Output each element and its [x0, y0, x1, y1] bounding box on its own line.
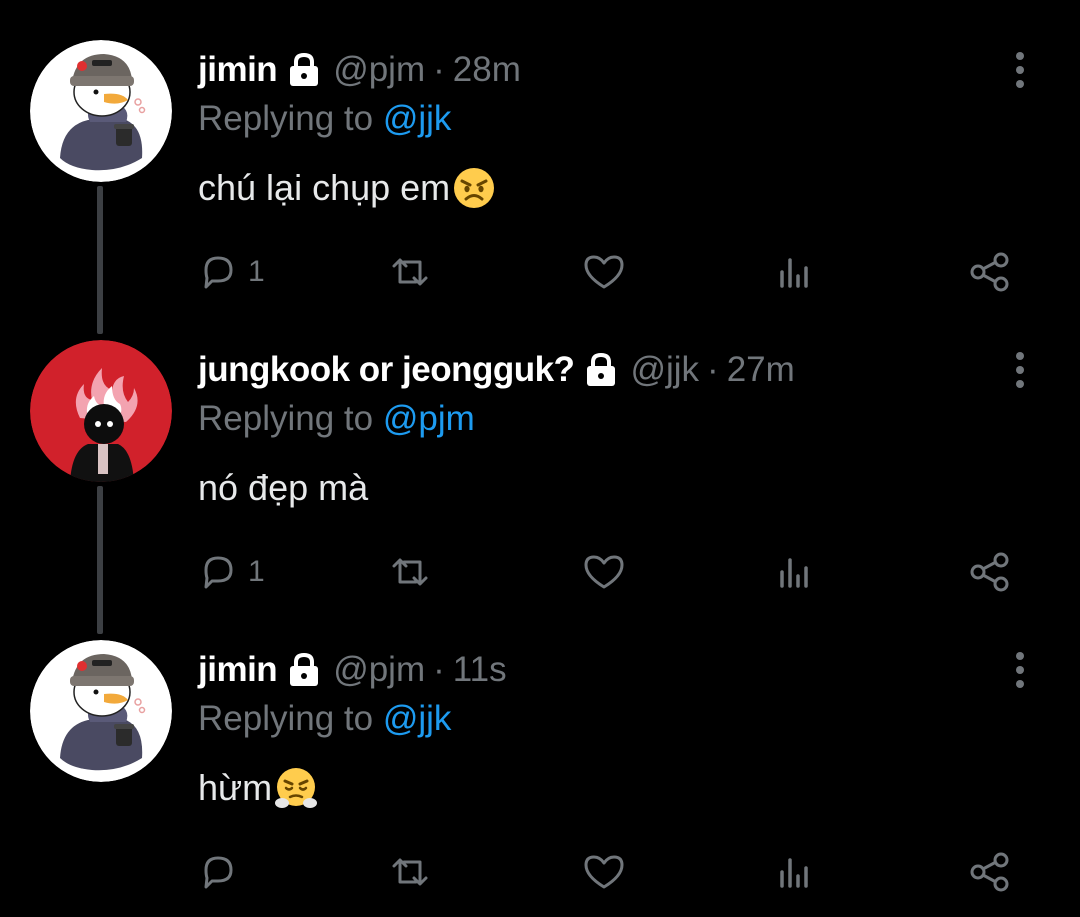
tweet-header: jimin @pjm · 28m: [198, 38, 1000, 102]
replying-to-mention[interactable]: @jjk: [383, 99, 452, 138]
tweet-actions: [198, 848, 1028, 896]
retweet-button[interactable]: [386, 248, 434, 296]
display-name[interactable]: jimin: [198, 50, 278, 90]
replying-to-mention[interactable]: @jjk: [383, 699, 452, 738]
duck-avatar-image: [30, 640, 172, 782]
more-options-icon[interactable]: [1010, 50, 1030, 90]
reply-count: 1: [248, 255, 265, 288]
tweet-text: nó đẹp mà: [198, 467, 369, 508]
display-name[interactable]: jungkook or jeongguk?: [198, 350, 575, 390]
separator-dot: ·: [707, 350, 719, 389]
views-chart-icon: [780, 558, 808, 588]
separator-dot: ·: [433, 650, 445, 689]
replying-to-mention[interactable]: @pjm: [383, 399, 475, 438]
share-icon: [970, 252, 1009, 292]
lock-icon: [287, 652, 321, 688]
retweet-icon: [392, 558, 428, 586]
timestamp[interactable]: 11s: [453, 650, 507, 690]
tweet-header: jimin @pjm · 11s: [198, 638, 1000, 702]
flame-avatar-image: [30, 340, 172, 482]
tweet-text-row: hừm: [198, 760, 1000, 816]
heart-icon: [584, 855, 624, 889]
user-handle[interactable]: @pjm: [333, 50, 425, 90]
tweet-actions: 1: [198, 548, 1028, 596]
share-icon: [970, 852, 1009, 892]
reply-thread: jimin @pjm · 28m Replying to @jjk chú lạ…: [0, 0, 1080, 917]
reply-icon: [204, 556, 233, 589]
retweet-icon: [392, 858, 428, 886]
tweet-actions: 1: [198, 248, 1028, 296]
timestamp[interactable]: 28m: [453, 50, 521, 90]
reply-button[interactable]: 1: [198, 248, 265, 296]
share-button[interactable]: [968, 248, 1012, 296]
more-options-icon[interactable]: [1010, 350, 1030, 390]
separator-dot: ·: [433, 50, 445, 89]
avatar[interactable]: [30, 340, 172, 482]
reply-count: 1: [248, 555, 265, 588]
heart-icon: [584, 255, 624, 289]
replying-to-label: Replying to: [198, 399, 383, 438]
avatar[interactable]: [30, 40, 172, 182]
replying-to-line: Replying to @pjm: [198, 398, 1000, 440]
reply-icon: [204, 256, 233, 289]
replying-to-label: Replying to: [198, 699, 383, 738]
replying-to-line: Replying to @jjk: [198, 98, 1000, 140]
face-with-steam-from-nose-emoji: [274, 766, 318, 810]
tweet-text: chú lại chụp em: [198, 167, 451, 208]
tweet-text-row: chú lại chụp em: [198, 160, 1000, 216]
user-handle[interactable]: @jjk: [630, 350, 699, 390]
user-handle[interactable]: @pjm: [333, 650, 425, 690]
retweet-button[interactable]: [386, 548, 434, 596]
like-button[interactable]: [582, 848, 626, 896]
avatar[interactable]: [30, 640, 172, 782]
like-button[interactable]: [582, 248, 626, 296]
share-icon: [970, 552, 1009, 592]
like-button[interactable]: [582, 548, 626, 596]
share-button[interactable]: [968, 548, 1012, 596]
views-button[interactable]: [776, 848, 816, 896]
retweet-button[interactable]: [386, 848, 434, 896]
views-button[interactable]: [776, 548, 816, 596]
display-name[interactable]: jimin: [198, 650, 278, 690]
views-chart-icon: [780, 258, 808, 288]
views-button[interactable]: [776, 248, 816, 296]
replying-to-label: Replying to: [198, 99, 383, 138]
heart-icon: [584, 555, 624, 589]
thread-connector-line: [97, 486, 103, 634]
reply-icon: [204, 856, 233, 889]
tweet-header: jungkook or jeongguk? @jjk · 27m: [198, 338, 1000, 402]
reply-button[interactable]: [198, 848, 248, 896]
retweet-icon: [392, 258, 428, 286]
reply-button[interactable]: 1: [198, 548, 265, 596]
angry-face-emoji: [452, 166, 496, 210]
share-button[interactable]: [968, 848, 1012, 896]
replying-to-line: Replying to @jjk: [198, 698, 1000, 740]
timestamp[interactable]: 27m: [727, 350, 795, 390]
tweet-text-row: nó đẹp mà: [198, 460, 1000, 516]
duck-avatar-image: [30, 40, 172, 182]
thread-connector-line: [97, 186, 103, 334]
lock-icon: [287, 52, 321, 88]
lock-icon: [584, 352, 618, 388]
more-options-icon[interactable]: [1010, 650, 1030, 690]
tweet-text: hừm: [198, 767, 273, 808]
views-chart-icon: [780, 858, 808, 888]
